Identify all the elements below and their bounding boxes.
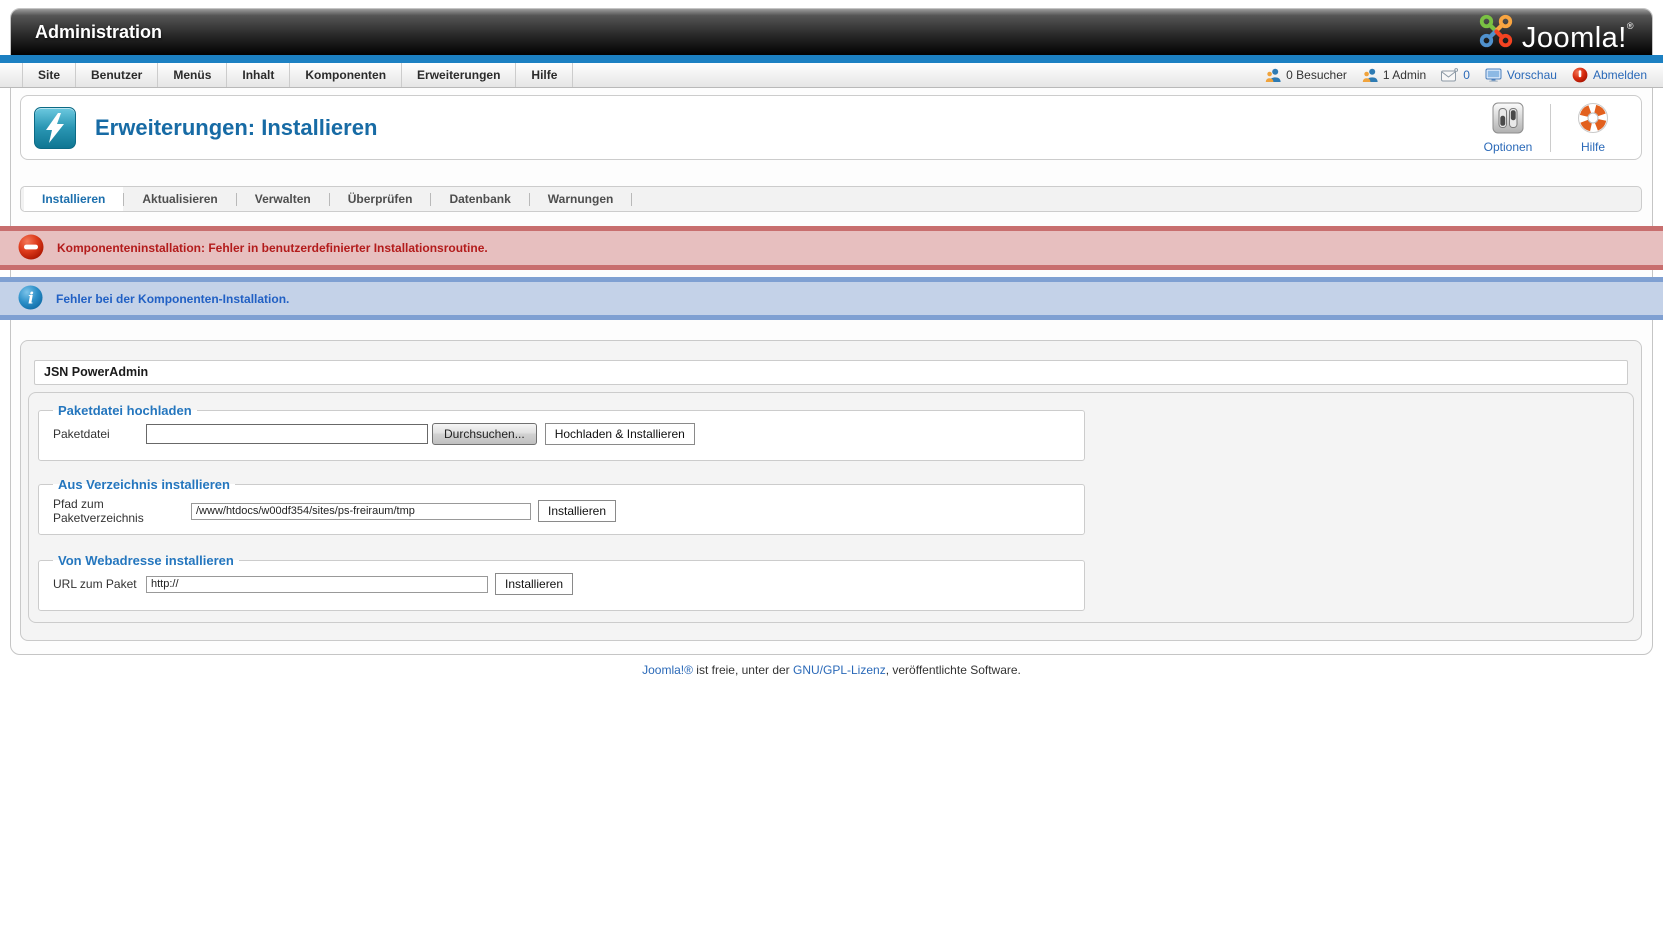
messages-count: 0 (1463, 68, 1470, 82)
install-from-url-fieldset: Von Webadresse installieren URL zum Pake… (38, 553, 1085, 611)
install-from-url-legend: Von Webadresse installieren (58, 553, 234, 568)
options-toggles-icon (1492, 102, 1524, 137)
install-from-directory-legend: Aus Verzeichnis installieren (58, 477, 230, 492)
svg-text:i: i (28, 289, 34, 307)
page-toolbar: Optionen Hilfe (1470, 98, 1631, 158)
install-from-directory-button[interactable]: Installieren (538, 500, 617, 522)
menu-item-erweiterungen[interactable]: Erweiterungen (402, 63, 517, 87)
menu-item-menus[interactable]: Menüs (158, 63, 228, 87)
logout-icon (1572, 67, 1588, 83)
footer-license-link[interactable]: GNU/GPL-Lizenz (793, 663, 886, 677)
preview-link[interactable]: Vorschau (1485, 68, 1557, 82)
messages-status[interactable]: 0 (1441, 68, 1470, 82)
main-menu: Site Benutzer Menüs Inhalt Komponenten E… (22, 63, 574, 87)
visitors-count: 0 Besucher (1286, 68, 1347, 82)
info-icon: i (18, 284, 43, 313)
menu-item-inhalt[interactable]: Inhalt (227, 63, 291, 87)
menu-item-komponenten[interactable]: Komponenten (290, 63, 403, 87)
options-button[interactable]: Optionen (1470, 98, 1546, 158)
extension-name-header: JSN PowerAdmin (34, 360, 1628, 385)
main-menubar: Site Benutzer Menüs Inhalt Komponenten E… (0, 63, 1663, 88)
submenu-divider (631, 192, 633, 206)
tab-verwalten[interactable]: Verwalten (237, 187, 329, 211)
directory-path-label: Pfad zum Paketverzeichnis (53, 497, 144, 525)
preview-label: Vorschau (1506, 68, 1557, 82)
toolbar-divider (1550, 103, 1551, 152)
logout-label: Abmelden (1592, 68, 1647, 82)
info-message: i Fehler bei der Komponenten-Installatio… (0, 277, 1663, 320)
menu-item-hilfe[interactable]: Hilfe (516, 63, 574, 87)
install-from-url-row: URL zum Paket Installieren (53, 573, 1084, 595)
upload-package-legend: Paketdatei hochladen (58, 403, 192, 418)
package-file-input[interactable] (146, 424, 428, 444)
tab-warnungen[interactable]: Warnungen (530, 187, 632, 211)
package-url-label: URL zum Paket (53, 577, 137, 591)
error-message-text: Komponenteninstallation: Fehler in benut… (57, 241, 488, 255)
footer: Joomla!® ist freie, unter der GNU/GPL-Li… (0, 663, 1663, 677)
joomla-logo: Joomla!® (1477, 12, 1634, 53)
error-icon (18, 234, 44, 263)
registered-mark: ® (1626, 21, 1634, 31)
install-from-directory-row: Pfad zum Paketverzeichnis Installieren (53, 497, 1084, 525)
admins-icon (1362, 67, 1378, 83)
joomla-logo-text: Joomla!® (1521, 21, 1634, 54)
logout-link[interactable]: Abmelden (1572, 67, 1647, 83)
package-url-input[interactable] (146, 575, 488, 593)
tab-datenbank[interactable]: Datenbank (431, 187, 528, 211)
error-message: Komponenteninstallation: Fehler in benut… (0, 226, 1663, 270)
page-title: Erweiterungen: Installieren (95, 114, 378, 140)
menu-item-benutzer[interactable]: Benutzer (76, 63, 159, 87)
options-label: Optionen (1483, 139, 1533, 154)
upload-package-fieldset: Paketdatei hochladen Paketdatei Durchsuc… (38, 403, 1085, 461)
monitor-icon (1485, 68, 1502, 82)
help-button[interactable]: Hilfe (1555, 98, 1631, 158)
joomla-logo-icon (1477, 12, 1515, 53)
install-lightning-icon (34, 106, 76, 149)
blue-accent-bar (0, 55, 1663, 63)
help-label: Hilfe (1580, 139, 1605, 154)
install-from-directory-fieldset: Aus Verzeichnis installieren Pfad zum Pa… (38, 477, 1085, 535)
menu-item-site[interactable]: Site (22, 63, 77, 87)
upload-package-row: Paketdatei Durchsuchen... Hochladen & In… (53, 423, 1084, 445)
tab-installieren[interactable]: Installieren (24, 187, 124, 211)
app-title: Administration (35, 22, 163, 42)
visitors-icon (1265, 67, 1281, 83)
footer-joomla-link[interactable]: Joomla!® (642, 663, 693, 677)
admins-status[interactable]: 1 Admin (1362, 67, 1426, 83)
lifebuoy-icon (1577, 102, 1609, 137)
install-content-panel: JSN PowerAdmin Paketdatei hochladen Pake… (20, 340, 1642, 641)
top-header-bar: Administration Joomla!® (11, 9, 1652, 56)
install-from-url-button[interactable]: Installieren (495, 573, 574, 595)
install-form-wrapper: Paketdatei hochladen Paketdatei Durchsuc… (28, 392, 1634, 623)
visitors-status[interactable]: 0 Besucher (1265, 67, 1347, 83)
footer-text-mid: ist freie, unter der (692, 663, 793, 677)
status-bar: 0 Besucher 1 Admin 0 Vorschau Abmelden (1265, 63, 1647, 87)
page-header: Erweiterungen: Installieren Optionen Hil… (20, 95, 1642, 160)
directory-path-input[interactable] (191, 502, 531, 520)
browse-button[interactable]: Durchsuchen... (432, 423, 537, 445)
package-file-label: Paketdatei (53, 427, 110, 441)
extensions-submenu: Installieren Aktualisieren Verwalten Übe… (20, 186, 1642, 212)
mail-icon (1441, 68, 1459, 82)
upload-install-button[interactable]: Hochladen & Installieren (544, 423, 695, 445)
footer-text-end: , veröffentlichte Software. (885, 663, 1021, 677)
tab-ueberpruefen[interactable]: Überprüfen (330, 187, 431, 211)
admins-count: 1 Admin (1382, 68, 1427, 82)
tab-aktualisieren[interactable]: Aktualisieren (124, 187, 235, 211)
info-message-text: Fehler bei der Komponenten-Installation. (56, 291, 290, 306)
